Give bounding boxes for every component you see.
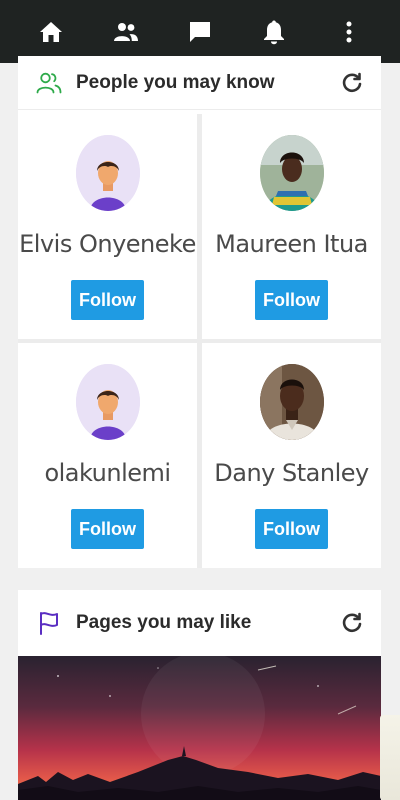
notifications-icon bbox=[264, 20, 285, 44]
person-name[interactable]: olakunlemi bbox=[44, 459, 171, 487]
people-outline-icon bbox=[36, 70, 62, 96]
default-avatar-icon bbox=[75, 364, 140, 440]
refresh-icon bbox=[342, 72, 362, 92]
avatar[interactable] bbox=[259, 364, 324, 440]
people-card-header: People you may know bbox=[18, 56, 381, 110]
default-avatar-icon bbox=[75, 135, 140, 211]
people-you-may-know-card: People you may know Elvis Onyeneke Follo… bbox=[18, 56, 381, 568]
follow-button[interactable]: Follow bbox=[255, 280, 328, 320]
person-card: Elvis Onyeneke Follow bbox=[18, 114, 197, 339]
friends-icon bbox=[113, 22, 138, 41]
people-grid: Elvis Onyeneke Follow Maureen Itua Follo… bbox=[18, 114, 381, 568]
person-name[interactable]: Maureen Itua bbox=[215, 230, 368, 258]
follow-button[interactable]: Follow bbox=[71, 280, 144, 320]
person-card: Dany Stanley Follow bbox=[202, 343, 381, 568]
messages-icon bbox=[189, 21, 210, 42]
pages-card-header: Pages you may like bbox=[18, 590, 381, 656]
nav-home[interactable] bbox=[29, 10, 73, 54]
people-card-title: People you may know bbox=[76, 71, 275, 93]
nav-messages[interactable] bbox=[178, 10, 222, 54]
nav-notifications[interactable] bbox=[252, 10, 296, 54]
avatar[interactable] bbox=[75, 135, 140, 211]
pages-card-title: Pages you may like bbox=[76, 612, 252, 633]
scroll-handle[interactable] bbox=[380, 715, 400, 800]
profile-photo bbox=[259, 364, 324, 440]
avatar[interactable] bbox=[75, 364, 140, 440]
nav-friends[interactable] bbox=[104, 10, 148, 54]
top-nav-bar bbox=[0, 0, 400, 63]
refresh-icon bbox=[342, 612, 362, 633]
pages-you-may-like-card: Pages you may like bbox=[18, 590, 381, 800]
home-icon bbox=[40, 21, 63, 42]
page-cover-image[interactable] bbox=[18, 656, 381, 800]
flag-icon bbox=[36, 610, 62, 636]
refresh-pages-button[interactable] bbox=[339, 610, 365, 636]
person-card: Maureen Itua Follow bbox=[202, 114, 381, 339]
profile-photo bbox=[259, 135, 324, 211]
more-icon bbox=[346, 21, 352, 42]
refresh-people-button[interactable] bbox=[339, 70, 365, 96]
person-name[interactable]: Elvis Onyeneke bbox=[19, 230, 196, 258]
nav-more[interactable] bbox=[327, 10, 371, 54]
person-card: olakunlemi Follow bbox=[18, 343, 197, 568]
follow-button[interactable]: Follow bbox=[71, 509, 144, 549]
follow-button[interactable]: Follow bbox=[255, 509, 328, 549]
avatar[interactable] bbox=[259, 135, 324, 211]
person-name[interactable]: Dany Stanley bbox=[214, 459, 369, 487]
